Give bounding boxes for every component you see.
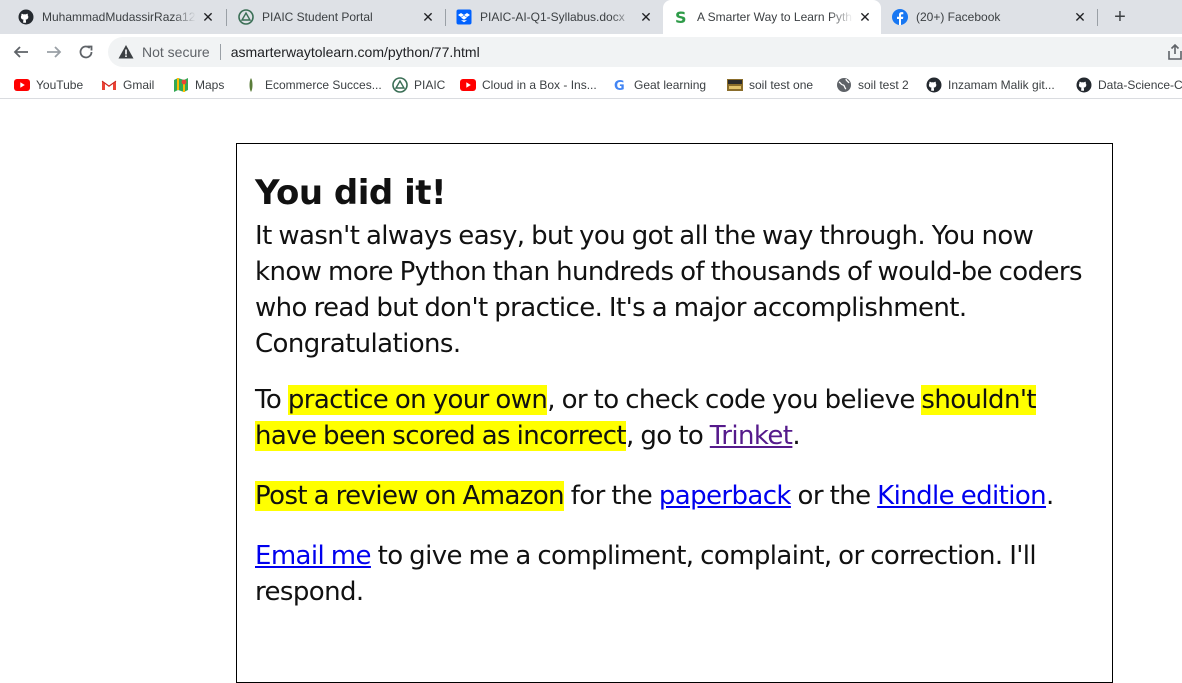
tab-strip: MuhammadMudassirRaza123 ✕ PIAIC Student … bbox=[0, 0, 1182, 34]
bookmark-label: Cloud in a Box - Ins... bbox=[482, 78, 597, 92]
svg-text:S: S bbox=[675, 9, 687, 25]
bookmark-label: Gmail bbox=[123, 78, 155, 92]
bookmark-inzamam-github[interactable]: Inzamam Malik git... bbox=[926, 74, 1055, 96]
email-me-link[interactable]: Email me bbox=[255, 541, 372, 571]
bookmark-label: Ecommerce Succes... bbox=[265, 78, 382, 92]
bookmark-maps[interactable]: Maps bbox=[173, 74, 224, 96]
highlight-review: Post a review on Amazon bbox=[255, 481, 565, 511]
dropbox-icon bbox=[456, 9, 472, 25]
content-panel: You did it! It wasn't always easy, but y… bbox=[236, 143, 1113, 683]
github-icon bbox=[1076, 77, 1092, 93]
bookmark-soil-test-one[interactable]: soil test one bbox=[727, 74, 813, 96]
bookmark-label: soil test 2 bbox=[858, 78, 909, 92]
share-icon[interactable] bbox=[1166, 43, 1182, 61]
tab-syllabus-doc[interactable]: PIAIC-AI-Q1-Syllabus.docx ✕ bbox=[446, 0, 662, 34]
bookmark-cloud-in-a-box[interactable]: Cloud in a Box - Ins... bbox=[460, 74, 597, 96]
bookmark-label: soil test one bbox=[749, 78, 814, 92]
maps-icon bbox=[173, 77, 189, 93]
tab-title: PIAIC-AI-Q1-Syllabus.docx bbox=[480, 10, 625, 24]
paragraph-practice: To practice on your own, or to check cod… bbox=[255, 382, 1100, 454]
text-span: . bbox=[792, 421, 801, 451]
reload-icon bbox=[79, 45, 93, 59]
plus-icon: + bbox=[1114, 5, 1126, 28]
bookmark-ecommerce[interactable]: Ecommerce Succes... bbox=[243, 74, 382, 96]
bookmark-soil-test-2[interactable]: soil test 2 bbox=[836, 74, 909, 96]
piaic-icon bbox=[238, 9, 254, 25]
paragraph-review: Post a review on Amazon for the paperbac… bbox=[255, 478, 1100, 514]
close-icon[interactable]: ✕ bbox=[200, 9, 216, 25]
close-icon[interactable]: ✕ bbox=[857, 9, 873, 25]
tab-separator bbox=[1097, 9, 1098, 26]
address-divider bbox=[219, 44, 221, 60]
bookmark-label: Data-Science-C bbox=[1098, 78, 1182, 92]
paragraph-email: Email me to give me a compliment, compla… bbox=[255, 538, 1100, 610]
bookmark-great-learning[interactable]: G Geat learning bbox=[612, 74, 706, 96]
new-tab-button[interactable]: + bbox=[1108, 5, 1132, 29]
arrow-left-icon bbox=[13, 46, 28, 58]
warning-icon[interactable] bbox=[118, 44, 134, 60]
youtube-icon bbox=[14, 77, 30, 93]
text-span: for the bbox=[564, 481, 659, 511]
facebook-icon bbox=[892, 9, 908, 25]
browser-toolbar: Not secure asmarterwaytolearn.com/python… bbox=[0, 34, 1182, 70]
bookmark-label: Geat learning bbox=[634, 78, 707, 92]
kindle-edition-link[interactable]: Kindle edition bbox=[877, 481, 1046, 511]
bookmarks-bar: YouTube Gmail Maps Ecommerce Succes... P… bbox=[0, 70, 1182, 99]
paragraph-intro: It wasn't always easy, but you got all t… bbox=[255, 221, 1083, 359]
tab-title: PIAIC Student Portal bbox=[262, 10, 373, 24]
tab-piaic-portal[interactable]: PIAIC Student Portal ✕ bbox=[228, 0, 444, 34]
gmail-icon bbox=[101, 77, 117, 93]
github-icon bbox=[926, 77, 942, 93]
svg-text:G: G bbox=[614, 79, 625, 93]
address-bar[interactable]: Not secure asmarterwaytolearn.com/python… bbox=[108, 37, 1182, 67]
tab-title: MuhammadMudassirRaza123 bbox=[42, 10, 196, 24]
tab-smarter-way-python[interactable]: S A Smarter Way to Learn Python ✕ bbox=[663, 0, 881, 34]
google-icon: G bbox=[612, 77, 628, 93]
bookmark-piaic[interactable]: PIAIC bbox=[392, 74, 445, 96]
youtube-icon bbox=[460, 77, 476, 93]
text-span: . bbox=[1046, 481, 1054, 511]
globe-icon bbox=[836, 77, 852, 93]
ecommerce-icon bbox=[243, 77, 259, 93]
bookmark-label: PIAIC bbox=[414, 78, 446, 92]
site-icon bbox=[727, 77, 743, 93]
text-span: , go to bbox=[626, 421, 710, 451]
trinket-link[interactable]: Trinket bbox=[710, 421, 793, 451]
text-span: , or to check code you believe bbox=[547, 385, 922, 415]
page-heading: You did it! bbox=[255, 173, 446, 213]
close-icon[interactable]: ✕ bbox=[1072, 9, 1088, 25]
close-icon[interactable]: ✕ bbox=[420, 9, 436, 25]
bookmark-data-science[interactable]: Data-Science-C bbox=[1076, 74, 1182, 96]
close-icon[interactable]: ✕ bbox=[638, 9, 654, 25]
smarter-way-icon: S bbox=[673, 9, 689, 25]
bookmark-gmail[interactable]: Gmail bbox=[101, 74, 154, 96]
url-text[interactable]: asmarterwaytolearn.com/python/77.html bbox=[231, 44, 480, 60]
reload-button[interactable] bbox=[74, 40, 98, 64]
back-button[interactable] bbox=[9, 40, 33, 64]
bookmark-label: Maps bbox=[195, 78, 225, 92]
text-span: to give me a compliment, complaint, or c… bbox=[255, 541, 1037, 607]
tab-github-profile[interactable]: MuhammadMudassirRaza123 ✕ bbox=[8, 0, 224, 34]
paperback-link[interactable]: paperback bbox=[659, 481, 792, 511]
highlight-practice: practice on your own bbox=[287, 385, 548, 415]
forward-button[interactable] bbox=[42, 40, 66, 64]
tab-facebook[interactable]: (20+) Facebook ✕ bbox=[882, 0, 1096, 34]
github-icon bbox=[18, 9, 34, 25]
not-secure-label[interactable]: Not secure bbox=[142, 44, 210, 60]
tab-title: A Smarter Way to Learn Python bbox=[697, 10, 853, 24]
bookmark-youtube[interactable]: YouTube bbox=[14, 74, 83, 96]
tab-separator bbox=[226, 9, 227, 26]
bookmark-label: YouTube bbox=[36, 78, 84, 92]
content-body: You did it! It wasn't always easy, but y… bbox=[255, 172, 1100, 610]
arrow-right-icon bbox=[47, 46, 62, 58]
tab-title: (20+) Facebook bbox=[916, 10, 1001, 24]
text-span: or the bbox=[790, 481, 878, 511]
bookmark-label: Inzamam Malik git... bbox=[948, 78, 1055, 92]
text-span: To bbox=[255, 385, 288, 415]
piaic-icon bbox=[392, 77, 408, 93]
